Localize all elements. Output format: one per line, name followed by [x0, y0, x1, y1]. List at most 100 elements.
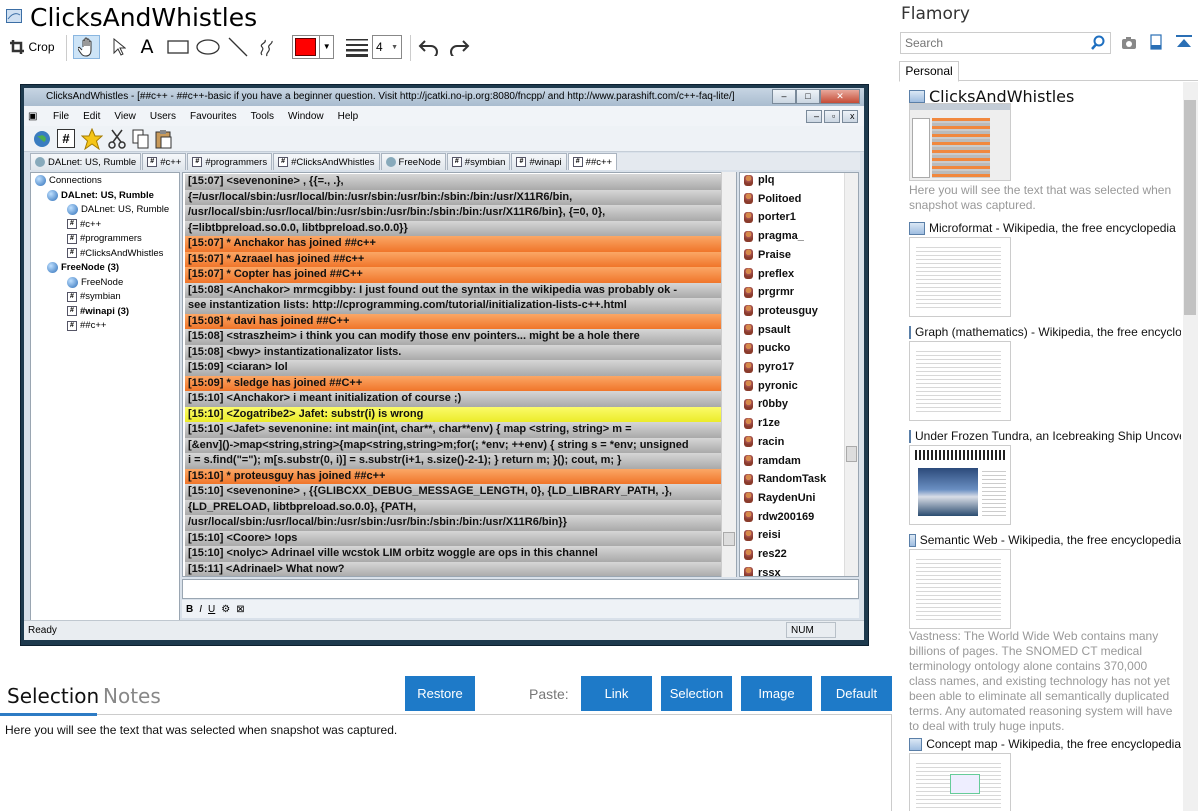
color-picker[interactable]: ▼	[292, 35, 334, 59]
menu-help[interactable]: Help	[331, 111, 366, 122]
app-menu-icon[interactable]: ▣	[24, 111, 46, 122]
redo-button[interactable]	[446, 35, 472, 59]
user-list-item[interactable]: r1ze	[744, 417, 780, 429]
list-item[interactable]: Semantic Web - Wikipedia, the free encyc…	[909, 533, 1181, 547]
tab-selection[interactable]: Selection	[7, 684, 99, 708]
cut-icon[interactable]	[108, 129, 126, 149]
list-item[interactable]: Graph (mathematics) - Wikipedia, the fre…	[909, 325, 1181, 339]
camera-icon[interactable]	[1121, 36, 1137, 50]
paste-image-button[interactable]: Image	[741, 676, 812, 711]
tab-dalnet[interactable]: DALnet: US, Rumble	[30, 153, 142, 170]
globe-icon[interactable]	[32, 129, 52, 149]
user-list-item[interactable]: porter1	[744, 211, 796, 223]
tree-node[interactable]: FreeNode (3)	[47, 262, 119, 273]
pointer-tool-button[interactable]	[108, 35, 130, 59]
channel-icon[interactable]: #	[57, 129, 75, 148]
italic-button[interactable]: I	[199, 604, 202, 615]
thumbnail[interactable]	[909, 753, 1011, 811]
user-list-item[interactable]: pyro17	[744, 361, 794, 373]
tab-personal[interactable]: Personal	[899, 61, 959, 82]
tab-hashcpp[interactable]: # ##c++	[567, 153, 618, 170]
tab-cpp[interactable]: # #c++	[142, 153, 187, 170]
paste-icon[interactable]	[155, 129, 173, 149]
list-item[interactable]: Microformat - Wikipedia, the free encycl…	[909, 221, 1181, 235]
hand-tool-button[interactable]	[73, 35, 100, 59]
user-list-item[interactable]: RaydenUni	[744, 492, 815, 504]
user-list-item[interactable]: preflex	[744, 268, 794, 280]
tab-notes[interactable]: Notes	[103, 684, 161, 708]
tree-node[interactable]: # #programmers	[67, 233, 142, 244]
user-list-item[interactable]: reisi	[744, 529, 781, 541]
user-list-item[interactable]: ramdam	[744, 455, 801, 467]
tree-node[interactable]: # ##c++	[67, 320, 106, 331]
user-list-item[interactable]: Politoed	[744, 193, 801, 205]
tree-node[interactable]: FreeNode	[67, 276, 123, 288]
user-list-item[interactable]: psault	[744, 324, 790, 336]
paste-link-button[interactable]: Link	[581, 676, 652, 711]
list-item[interactable]: Under Frozen Tundra, an Icebreaking Ship…	[909, 429, 1181, 443]
user-list-item[interactable]: prgrmr	[744, 286, 794, 298]
user-list-item[interactable]: RandomTask	[744, 473, 826, 485]
tree-node[interactable]: DALnet: US, Rumble	[67, 204, 169, 215]
minimize-button[interactable]: –	[772, 89, 796, 104]
thumbnail[interactable]	[909, 445, 1011, 525]
rectangle-tool-button[interactable]	[165, 35, 191, 59]
menu-file[interactable]: File	[46, 111, 76, 122]
menu-edit[interactable]: Edit	[76, 111, 107, 122]
user-list-item[interactable]: r0bby	[744, 398, 788, 410]
user-list-item[interactable]: rdw200169	[744, 511, 814, 523]
search-icon[interactable]	[1090, 35, 1106, 51]
mdi-restore-button[interactable]: ▫	[824, 109, 840, 123]
tree-node[interactable]: Connections	[35, 175, 102, 186]
menu-users[interactable]: Users	[143, 111, 183, 122]
menu-tools[interactable]: Tools	[244, 111, 281, 122]
mdi-close-button[interactable]: x	[842, 109, 858, 123]
user-list-item[interactable]: racin	[744, 436, 784, 448]
line-width-select[interactable]: 4 ▼	[372, 35, 402, 59]
thumbnail[interactable]	[909, 341, 1011, 421]
tab-freenode[interactable]: FreeNode	[380, 153, 446, 170]
close-button[interactable]: ✕	[820, 89, 860, 104]
tree-node[interactable]: # #c++	[67, 219, 101, 230]
collapse-top-icon[interactable]	[1175, 34, 1193, 50]
copy-icon[interactable]	[132, 129, 150, 149]
user-list-item[interactable]: proteusguy	[744, 305, 818, 317]
paste-selection-button[interactable]: Selection	[661, 676, 732, 711]
user-list-item[interactable]: plq	[744, 174, 775, 186]
ellipse-tool-button[interactable]	[195, 35, 221, 59]
tree-node[interactable]: # #ClicksAndWhistles	[67, 248, 163, 259]
search-input[interactable]	[900, 32, 1111, 54]
mdi-minimize-button[interactable]: –	[806, 109, 822, 123]
clear-format-icon[interactable]: ⊠	[236, 604, 244, 615]
star-icon[interactable]	[81, 128, 103, 150]
color-format-icon[interactable]: ⚙	[221, 604, 230, 615]
tab-winapi[interactable]: # #winapi	[511, 153, 567, 170]
document-icon[interactable]	[1150, 34, 1162, 50]
userlist-scrollbar[interactable]	[844, 173, 858, 576]
tree-node[interactable]: # #winapi (3)	[67, 306, 129, 317]
thumbnail[interactable]	[909, 549, 1011, 629]
underline-button[interactable]: U	[208, 604, 215, 615]
bold-button[interactable]: B	[186, 604, 193, 615]
user-list-item[interactable]: pyronic	[744, 380, 798, 392]
restore-button[interactable]: Restore	[405, 676, 475, 711]
text-tool-button[interactable]: A	[136, 35, 158, 59]
user-list-item[interactable]: Praise	[744, 249, 791, 261]
menu-window[interactable]: Window	[281, 111, 331, 122]
sidebar-scroll-thumb[interactable]	[1184, 100, 1196, 315]
user-list-item[interactable]: pucko	[744, 342, 790, 354]
crop-button[interactable]: Crop	[6, 35, 58, 59]
maximize-button[interactable]: □	[796, 89, 820, 104]
message-input[interactable]	[182, 579, 859, 599]
menu-favourites[interactable]: Favourites	[183, 111, 244, 122]
tab-programmers[interactable]: # #programmers	[187, 153, 273, 170]
thumbnail[interactable]	[909, 103, 1011, 181]
line-tool-button[interactable]	[226, 35, 250, 59]
list-item[interactable]: Concept map - Wikipedia, the free encycl…	[909, 737, 1181, 751]
tab-clicksandwhistles[interactable]: # #ClicksAndWhistles	[273, 153, 380, 170]
undo-button[interactable]	[416, 35, 442, 59]
chat-scrollbar[interactable]	[721, 172, 736, 577]
user-list-item[interactable]: rssx	[744, 567, 781, 576]
thumbnail[interactable]	[909, 237, 1011, 317]
tab-symbian[interactable]: # #symbian	[446, 153, 511, 170]
